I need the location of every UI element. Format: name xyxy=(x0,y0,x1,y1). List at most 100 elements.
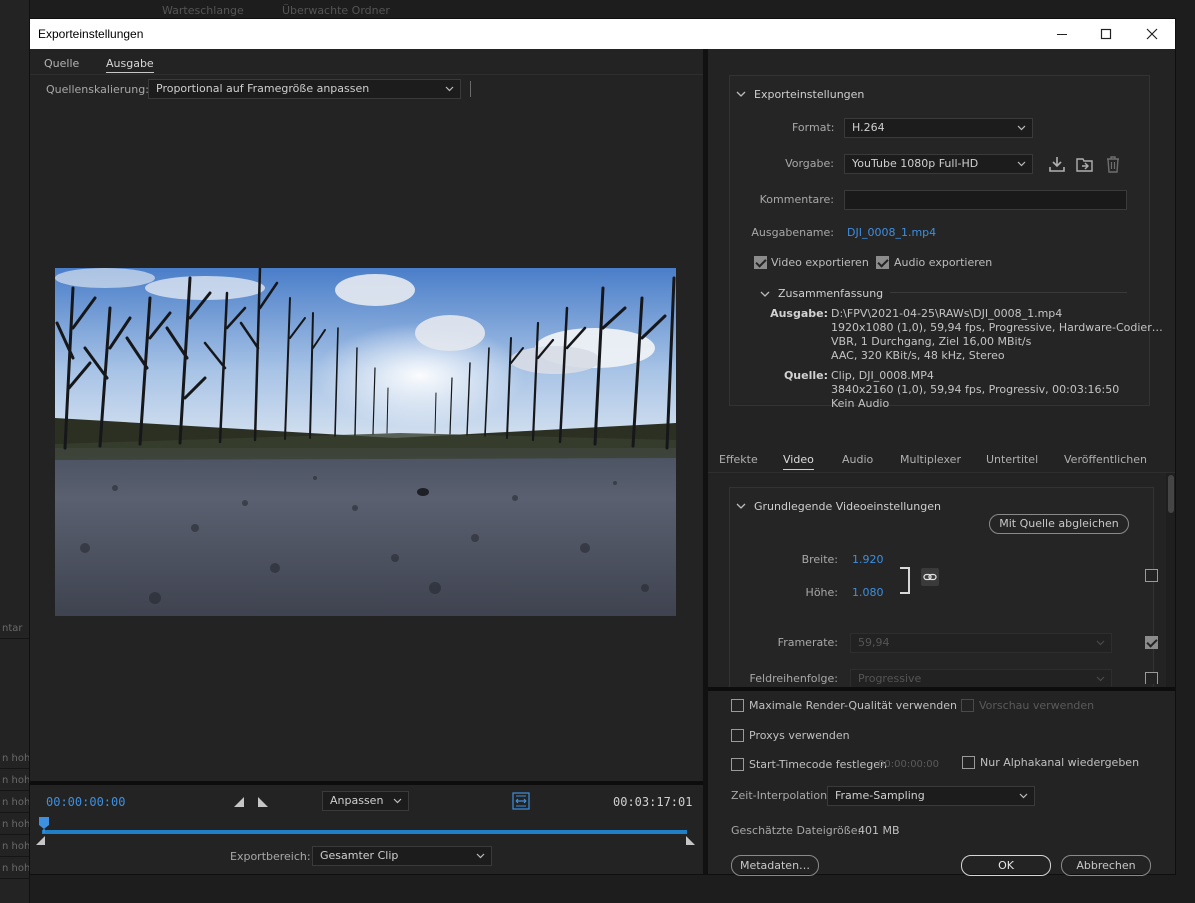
time-interpolation-label: Zeit-Interpolation: xyxy=(731,789,831,802)
link-icon[interactable] xyxy=(921,568,939,586)
tab-audio[interactable]: Audio xyxy=(842,453,873,469)
metadata-button[interactable]: Metadaten… xyxy=(731,855,819,876)
scrollbar-thumb[interactable] xyxy=(1168,475,1174,513)
field-order-dropdown[interactable]: Progressive xyxy=(850,669,1112,687)
comments-input[interactable] xyxy=(844,190,1127,210)
background-fragment: n hohe xyxy=(0,815,30,835)
start-timecode-value[interactable]: 00:00:00:00 xyxy=(878,759,939,770)
field-order-checkbox[interactable] xyxy=(1145,672,1158,684)
estimated-filesize-value: 401 MB xyxy=(858,824,900,837)
format-label: Format: xyxy=(792,121,835,134)
delete-preset-icon[interactable] xyxy=(1105,155,1121,176)
scale-override-checkbox[interactable] xyxy=(1145,569,1158,582)
set-start-timecode-checkbox[interactable] xyxy=(731,758,744,771)
minimize-button[interactable] xyxy=(1039,19,1085,49)
field-order-value: Progressive xyxy=(858,672,922,685)
background-fragment: n hohe xyxy=(0,771,30,791)
timecode-duration: 00:03:17:01 xyxy=(613,795,693,809)
preview-image xyxy=(55,268,676,616)
chevron-down-icon[interactable] xyxy=(736,88,746,101)
preview-pane: Quelle Ausgabe Quellenskalierung: Propor… xyxy=(30,49,703,874)
summary-output-label: Ausgabe: xyxy=(770,307,828,320)
basic-video-settings-title: Grundlegende Videoeinstellungen xyxy=(754,500,941,513)
export-range-dropdown[interactable]: Gesamter Clip xyxy=(312,846,492,866)
set-in-point-icon[interactable] xyxy=(234,797,245,810)
alpha-only-label: Nur Alphakanal wiedergeben xyxy=(980,756,1140,769)
in-point-handle-icon[interactable] xyxy=(36,835,45,848)
cancel-button[interactable]: Abbrechen xyxy=(1061,855,1151,876)
close-icon xyxy=(1146,28,1158,40)
preview-tabs: Quelle Ausgabe xyxy=(30,49,703,75)
import-preset-icon[interactable] xyxy=(1076,155,1094,176)
summary-source-line: Clip, DJI_0008.MP4 xyxy=(831,369,934,382)
time-interpolation-dropdown[interactable]: Frame-Sampling xyxy=(827,786,1035,806)
playhead-icon[interactable] xyxy=(39,817,49,836)
summary-source-label: Quelle: xyxy=(783,369,828,382)
height-label: Höhe: xyxy=(805,586,838,599)
max-render-quality-checkbox[interactable] xyxy=(731,699,744,712)
minimize-icon xyxy=(1057,34,1067,35)
export-settings-title: Exporteinstellungen xyxy=(754,88,865,101)
output-name-label: Ausgabename: xyxy=(751,226,834,239)
format-value: H.264 xyxy=(852,121,885,134)
summary-source-line: 3840x2160 (1,0), 59,94 fps, Progressiv, … xyxy=(831,383,1120,396)
use-previews-label: Vorschau verwenden xyxy=(979,699,1095,712)
video-preview-frame xyxy=(55,268,676,616)
use-previews-checkbox[interactable] xyxy=(961,699,974,712)
tab-publish[interactable]: Veröffentlichen xyxy=(1064,453,1147,469)
use-proxies-label: Proxys verwenden xyxy=(749,729,850,742)
preset-value: YouTube 1080p Full-HD xyxy=(852,157,979,170)
summary-output-line: VBR, 1 Durchgang, Ziel 16,00 MBit/s xyxy=(831,335,1032,348)
tab-output[interactable]: Ausgabe xyxy=(106,57,154,73)
settings-pane: Exporteinstellungen Format: H.264 Vorgab… xyxy=(708,49,1175,876)
preset-label: Vorgabe: xyxy=(785,157,834,170)
source-scaling-dropdown[interactable]: Proportional auf Framegröße anpassen xyxy=(148,79,461,99)
alpha-only-checkbox[interactable] xyxy=(962,756,975,769)
out-point-handle-icon[interactable] xyxy=(686,835,695,848)
maximize-button[interactable] xyxy=(1083,19,1129,49)
width-value[interactable]: 1.920 xyxy=(852,553,884,566)
export-audio-checkbox[interactable] xyxy=(876,256,889,269)
use-proxies-checkbox[interactable] xyxy=(731,729,744,742)
chevron-down-icon xyxy=(1017,119,1026,137)
export-video-checkbox[interactable] xyxy=(754,256,767,269)
format-dropdown[interactable]: H.264 xyxy=(844,118,1033,138)
chevron-down-icon[interactable] xyxy=(760,288,770,301)
save-preset-icon[interactable] xyxy=(1048,155,1066,176)
chevron-down-icon xyxy=(445,80,454,98)
field-order-label: Feldreihenfolge: xyxy=(749,672,838,685)
timeline-range-bar[interactable] xyxy=(42,830,687,834)
close-button[interactable] xyxy=(1129,19,1175,49)
title-bar: Exporteinstellungen xyxy=(30,19,1175,49)
source-scaling-value: Proportional auf Framegröße anpassen xyxy=(156,82,370,95)
tab-source[interactable]: Quelle xyxy=(44,57,79,72)
chevron-down-icon xyxy=(1096,634,1105,652)
chevron-down-icon[interactable] xyxy=(736,500,746,513)
aspect-correction-icon[interactable] xyxy=(512,792,530,813)
max-render-quality-label: Maximale Render-Qualität verwenden xyxy=(749,699,958,712)
tab-effects[interactable]: Effekte xyxy=(719,453,758,469)
framerate-label: Framerate: xyxy=(777,636,838,649)
framerate-dropdown[interactable]: 59,94 xyxy=(850,633,1112,653)
background-fragment: n hohe xyxy=(0,793,30,813)
tab-video[interactable]: Video xyxy=(783,453,814,470)
ok-button[interactable]: OK xyxy=(961,855,1051,876)
zoom-dropdown[interactable]: Anpassen xyxy=(322,791,409,811)
height-value[interactable]: 1.080 xyxy=(852,586,884,599)
tab-multiplexer[interactable]: Multiplexer xyxy=(900,453,961,469)
match-source-button[interactable]: Mit Quelle abgleichen xyxy=(989,514,1129,534)
background-fragment: ntar xyxy=(0,619,30,639)
background-tab-queue: Warteschlange xyxy=(162,4,244,17)
comments-label: Kommentare: xyxy=(759,193,834,206)
set-out-point-icon[interactable] xyxy=(258,797,269,810)
chevron-down-icon xyxy=(393,792,402,810)
preset-dropdown[interactable]: YouTube 1080p Full-HD xyxy=(844,154,1033,174)
settings-divider xyxy=(708,687,1175,691)
chevron-down-icon xyxy=(476,847,485,865)
timecode-current[interactable]: 00:00:00:00 xyxy=(46,795,125,809)
settings-scrollbar[interactable] xyxy=(1166,473,1175,689)
chevron-down-icon xyxy=(1019,787,1028,805)
output-name-link[interactable]: DJI_0008_1.mp4 xyxy=(847,226,936,239)
framerate-match-checkbox[interactable] xyxy=(1145,636,1158,649)
tab-captions[interactable]: Untertitel xyxy=(986,453,1038,469)
